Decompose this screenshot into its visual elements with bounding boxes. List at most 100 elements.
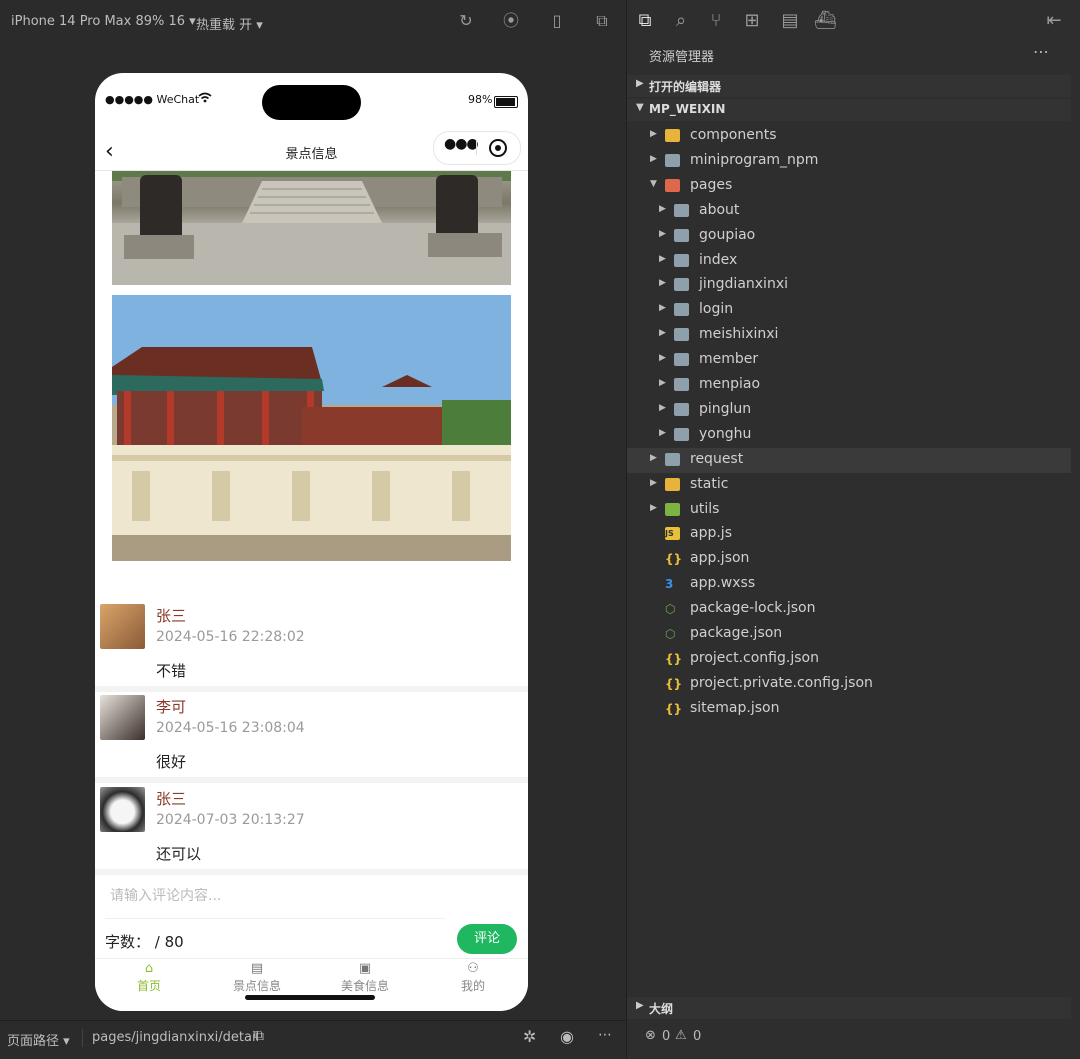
tree-item-label: member	[699, 351, 759, 368]
tree-item-label: pinglun	[699, 400, 752, 417]
tree-file[interactable]: ⬡ package-lock.json	[627, 597, 1071, 622]
chevron-right-icon: ▶	[659, 353, 666, 364]
json-file-icon: {}	[665, 701, 683, 716]
tree-item-label: components	[690, 127, 777, 143]
capsule-divider	[476, 140, 477, 155]
tab-home[interactable]: ⌂ 首页	[95, 961, 203, 994]
tree-file[interactable]: {} app.json	[627, 547, 1071, 572]
submit-comment-button[interactable]: 评论	[457, 924, 517, 954]
phone-icon[interactable]: ▯	[548, 12, 566, 30]
tree-item-label: request	[690, 450, 744, 467]
tree-folder[interactable]: ▼ pages	[627, 174, 1071, 199]
extensions-icon[interactable]: ⊞	[741, 10, 763, 31]
chevron-right-icon: ▶	[650, 129, 657, 139]
tree-folder[interactable]: ▶ index	[627, 249, 1071, 274]
tree-folder[interactable]: ▶ menpiao	[627, 373, 1071, 398]
stop-icon[interactable]: ⦿	[502, 12, 520, 30]
hot-reload-select[interactable]: 热重载 开 ▾	[196, 14, 263, 33]
tree-folder[interactable]: ▶ utils	[627, 498, 1071, 523]
tree-file[interactable]: {} sitemap.json	[627, 697, 1071, 722]
window-icon[interactable]: ⧉	[593, 12, 611, 30]
close-miniprogram-icon[interactable]	[489, 139, 507, 157]
home-icon: ⌂	[144, 961, 154, 976]
comment-author: 李可	[156, 698, 187, 716]
docker-icon[interactable]: ⛴	[814, 10, 837, 31]
comment-item: 张三 2024-07-03 20:13:27 还可以	[95, 785, 528, 875]
tree-item-label: menpiao	[699, 376, 761, 392]
section-label: 打开的编辑器	[649, 80, 722, 94]
tree-folder[interactable]: ▶ goupiao	[627, 224, 1071, 249]
tree-folder[interactable]: ▶ login	[627, 298, 1071, 323]
input-divider	[105, 918, 445, 919]
tree-item-label: goupiao	[699, 226, 756, 243]
phone-frame: ●●●●● WeChat 98% ‹ 景点信息 ●●● 张三 2024-05-1…	[95, 73, 528, 1011]
collapse-panel-icon[interactable]: ⇤	[1043, 10, 1065, 31]
css-file-icon: 3	[665, 577, 674, 592]
comment-time: 2024-05-16 22:28:02	[156, 629, 305, 645]
chevron-right-icon: ▶	[659, 253, 666, 264]
tree-file[interactable]: JS app.js	[627, 522, 1071, 547]
section-open-editors[interactable]: ▶ 打开的编辑器	[627, 75, 1071, 97]
json-file-icon: {}	[665, 676, 683, 691]
avatar	[100, 604, 145, 649]
tree-folder[interactable]: ▶ pinglun	[627, 398, 1071, 423]
tree-item-label: project.private.config.json	[690, 674, 873, 691]
tree-folder[interactable]: ▶ static	[627, 473, 1071, 498]
problems-status[interactable]: ⊗ 0 ⚠ 0	[627, 1024, 1080, 1058]
tree-folder[interactable]: ▶ about	[627, 199, 1071, 224]
folder-icon	[665, 153, 680, 167]
tab-scenic[interactable]: ▤ 景点信息	[203, 961, 311, 994]
error-icon: ⊗	[645, 1028, 656, 1043]
section-outline[interactable]: ▶ 大纲	[627, 997, 1071, 1019]
source-control-icon[interactable]: ⑂	[705, 10, 727, 31]
battery-icon	[494, 96, 518, 108]
tree-file[interactable]: ⬡ package.json	[627, 622, 1071, 647]
chevron-down-icon: ▼	[636, 102, 644, 113]
more-icon[interactable]: ●●●	[444, 136, 479, 152]
chevron-right-icon: ▶	[636, 1000, 644, 1011]
scenic-photo-pavilion	[112, 295, 511, 561]
tree-item-label: project.config.json	[690, 649, 819, 666]
tree-file[interactable]: {} project.private.config.json	[627, 672, 1071, 697]
tree-item-label: miniprogram_npm	[690, 151, 819, 168]
more-icon[interactable]: ⋯	[598, 1027, 612, 1043]
document-icon: ▤	[250, 961, 264, 976]
tree-folder[interactable]: ▶ meishixinxi	[627, 323, 1071, 348]
tree-folder[interactable]: ▶ yonghu	[627, 423, 1071, 448]
tree-folder[interactable]: ▶ components	[627, 124, 1071, 149]
tree-folder[interactable]: ▶ jingdianxinxi	[627, 273, 1071, 298]
tree-item-label: about	[699, 201, 740, 218]
tree-folder[interactable]: ▶ member	[627, 348, 1071, 373]
folder-icon	[674, 278, 689, 292]
tree-file[interactable]: {} project.config.json	[627, 647, 1071, 672]
folder-icon	[665, 452, 680, 466]
copy-icon[interactable]: ⧉	[254, 1028, 264, 1044]
comment-time: 2024-05-16 23:08:04	[156, 720, 305, 736]
tree-folder[interactable]: ▶ request	[627, 447, 1071, 473]
bug-icon[interactable]: ✲	[523, 1027, 536, 1046]
tree-file[interactable]: 3 app.wxss	[627, 572, 1071, 597]
files-icon[interactable]: ⧉	[634, 10, 656, 31]
tab-mine[interactable]: ⚇ 我的	[419, 961, 527, 994]
comment-input[interactable]: 请输入评论内容...	[110, 885, 450, 905]
warning-icon: ⚠	[675, 1028, 687, 1043]
simulator-toolbar: iPhone 14 Pro Max 89% 16 ▾ 热重载 开 ▾ ↻ ⦿ ▯…	[0, 0, 625, 43]
refresh-icon[interactable]: ↻	[457, 12, 475, 30]
tab-food[interactable]: ▣ 美食信息	[311, 961, 419, 994]
comment-text: 很好	[156, 753, 187, 771]
more-actions-icon[interactable]: ⋯	[1033, 42, 1049, 61]
chevron-right-icon: ▶	[650, 502, 657, 513]
tree-item-label: app.json	[690, 550, 750, 567]
tree-folder[interactable]: ▶ miniprogram_npm	[627, 149, 1071, 174]
warning-count: 0	[693, 1029, 702, 1044]
preview-icon[interactable]: ▤	[779, 10, 801, 31]
comment-text: 还可以	[156, 845, 202, 863]
tree-item-label: app.js	[690, 525, 732, 542]
eye-icon[interactable]: ◉	[560, 1027, 574, 1046]
section-project-root[interactable]: ▼ MP_WEIXIN	[627, 99, 1071, 121]
page-path-select[interactable]: 页面路径 ▾	[7, 1030, 70, 1049]
tree-item-label: package.json	[690, 625, 783, 641]
device-select[interactable]: iPhone 14 Pro Max 89% 16 ▾	[11, 14, 196, 29]
folder-icon	[665, 502, 680, 516]
search-icon[interactable]: ⌕	[670, 10, 692, 31]
